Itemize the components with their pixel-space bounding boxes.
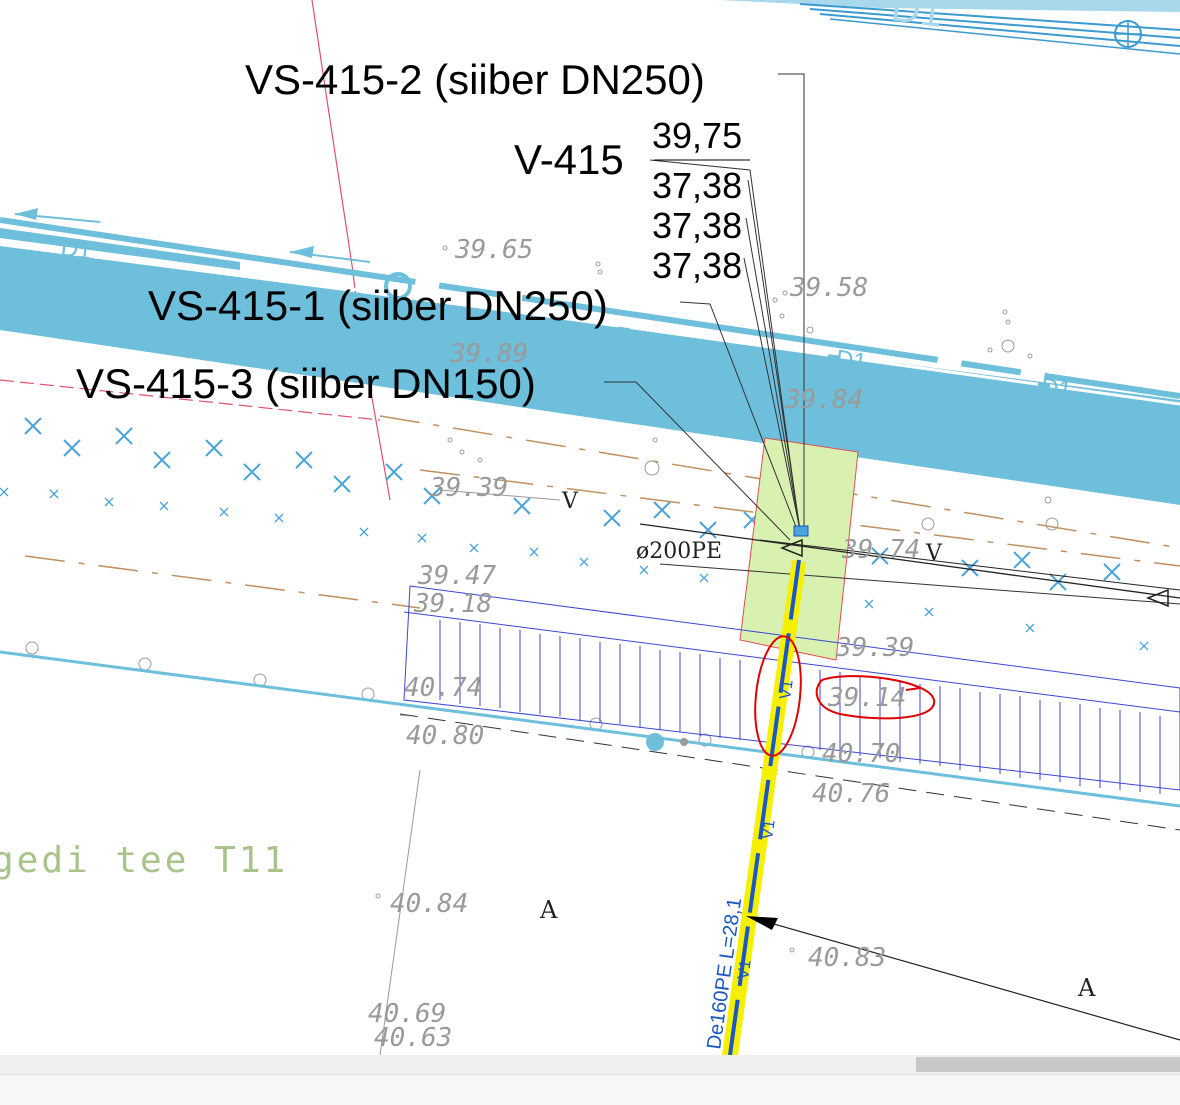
road-name: gedi tee T11 [0,840,288,881]
label-v-415-inv: 37,38 [652,205,742,246]
elevation-label: 39.39 [429,473,508,503]
hydrant-icon [646,733,664,751]
cad-drawing[interactable]: D1 D1 D1 D1 39.65 39.58 39.89 39.84 39.3… [0,0,1180,1055]
section-marker: A [1077,974,1096,1002]
scrollbar-thumb[interactable] [916,1057,1180,1072]
elevation-label: 39.39 [835,633,914,663]
elevation-label: 39.65 [454,235,533,265]
elevation-label: 40.83 [808,943,886,973]
elevation-label: 39.47 [417,561,497,591]
road-code-label: D1 [59,234,93,265]
top-road-fragment [720,0,1180,55]
horizontal-scrollbar[interactable] [0,1055,1180,1074]
elevation-label: 39.18 [413,589,492,619]
pipe-tag: V [561,489,579,514]
elevation-label: 40.74 [404,673,482,703]
pipe-tag: V1 [777,679,797,701]
section-marker: A [539,896,558,924]
elevation-label: 39.14 [827,683,906,713]
elevation-label: 40.76 [812,779,890,809]
label-vs-415-1[interactable]: VS-415-1 (siiber DN250) [148,282,608,329]
elevation-label: 40.80 [406,721,484,751]
road-code-label: D1 [834,345,868,376]
road-band [0,208,1180,505]
pipe-tag: V [925,541,943,566]
road-code-label: D1 [889,0,946,36]
label-v-415-inv: 37,38 [652,165,742,206]
label-v-415[interactable]: V-415 [514,136,624,183]
pipe-tag: V1 [735,959,755,981]
drawing-viewport[interactable]: D1 D1 D1 D1 39.65 39.58 39.89 39.84 39.3… [0,0,1180,1055]
elevation-label: 39.84 [784,385,863,415]
elevation-label: 40.63 [374,1023,452,1053]
label-vs-415-3[interactable]: VS-415-3 (siiber DN150) [76,360,536,407]
pipe-tag: V1 [759,819,779,841]
road-edge [0,563,1180,831]
pipe-label-o200: ø200PE [636,539,722,564]
status-bar [0,1074,1180,1105]
elevation-label: 39.58 [789,273,868,303]
valve-arrow-icon [1145,588,1169,608]
elevation-label: 40.70 [822,739,900,769]
label-vs-415-2[interactable]: VS-415-2 (siiber DN250) [245,56,705,103]
direction-arrow-icon [290,246,314,258]
label-v-415-top: 39,75 [652,115,742,156]
valve-node-icon[interactable] [793,525,809,537]
elevation-label: 40.84 [390,889,468,919]
elevation-label: 39.74 [841,535,920,565]
direction-arrow-icon [15,208,38,220]
label-v-415-inv: 37,38 [652,245,742,286]
road-code-label: D1 [1039,373,1073,404]
work-zone [739,437,859,661]
section-leader [746,916,1180,1041]
